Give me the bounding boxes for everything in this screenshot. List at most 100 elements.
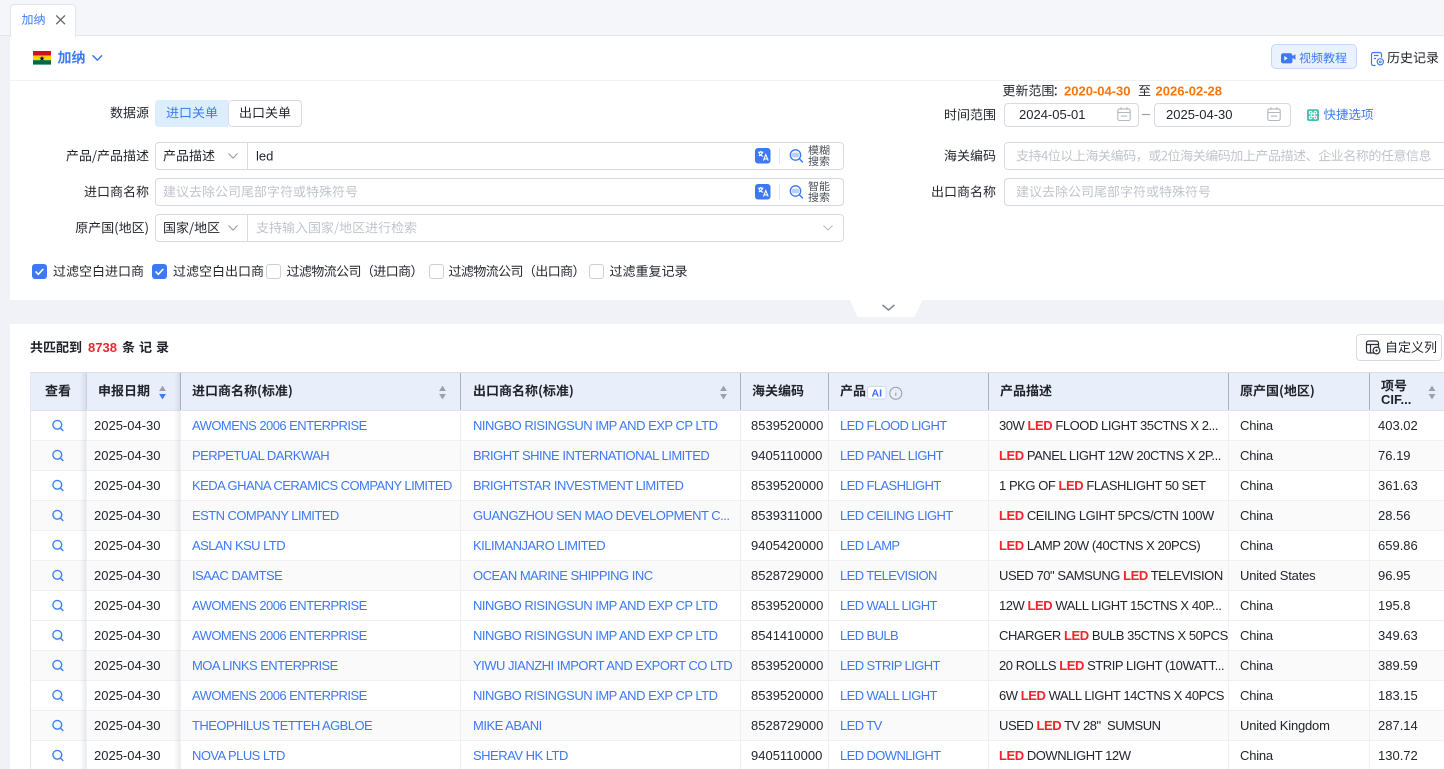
svg-text:76.19: 76.19	[1378, 448, 1411, 463]
svg-text:NOVA PLUS LTD: NOVA PLUS LTD	[192, 748, 285, 763]
svg-text:LED TELEVISION: LED TELEVISION	[840, 568, 937, 583]
svg-text:2026-02-28: 2026-02-28	[1156, 84, 1223, 99]
svg-text:LED PANEL LIGHT 12W 20CTNS X 2: LED PANEL LIGHT 12W 20CTNS X 2P...	[999, 448, 1221, 463]
svg-text:9405420000: 9405420000	[751, 538, 823, 553]
svg-text:349.63: 349.63	[1378, 628, 1418, 643]
svg-text:LED STRIP LIGHT: LED STRIP LIGHT	[840, 658, 941, 673]
svg-text:8539520000: 8539520000	[751, 598, 823, 613]
svg-text:USED LED TV 28" SUMSUN: USED LED TV 28" SUMSUN	[999, 718, 1161, 733]
svg-text:2025-04-30: 2025-04-30	[94, 418, 161, 433]
svg-text:AWOMENS 2006 ENTERPRISE: AWOMENS 2006 ENTERPRISE	[192, 688, 368, 703]
svg-text:China: China	[1240, 688, 1274, 703]
svg-text:2024-05-01: 2024-05-01	[1019, 107, 1086, 122]
svg-text:China: China	[1240, 538, 1274, 553]
svg-text:GUANGZHOU SEN MAO DEVELOPMENT: GUANGZHOU SEN MAO DEVELOPMENT C...	[473, 508, 730, 523]
svg-text:KEDA GHANA CERAMICS COMPANY LI: KEDA GHANA CERAMICS COMPANY LIMITED	[192, 478, 452, 493]
svg-text:LED TV: LED TV	[840, 718, 883, 733]
svg-text:183.15: 183.15	[1378, 688, 1418, 703]
svg-text:NINGBO RISINGSUN IMP AND EXP C: NINGBO RISINGSUN IMP AND EXP CP LTD	[473, 628, 718, 643]
svg-text:AWOMENS 2006 ENTERPRISE: AWOMENS 2006 ENTERPRISE	[192, 598, 368, 613]
svg-text:LED LAMP 20W (40CTNS X 20PCS): LED LAMP 20W (40CTNS X 20PCS)	[999, 538, 1200, 553]
svg-text:30W LED FLOOD LIGHT 35CTNS X 2: 30W LED FLOOD LIGHT 35CTNS X 2...	[999, 418, 1218, 433]
svg-text:CHARGER LED BULB 35CTNS X 50PC: CHARGER LED BULB 35CTNS X 50PCS	[999, 628, 1229, 643]
svg-text:LED WALL LIGHT: LED WALL LIGHT	[840, 688, 937, 703]
svg-text:12W LED WALL LIGHT 15CTNS X 40: 12W LED WALL LIGHT 15CTNS X 40P...	[999, 598, 1221, 613]
svg-text:389.59: 389.59	[1378, 658, 1418, 673]
svg-text:China: China	[1240, 628, 1274, 643]
svg-text:China: China	[1240, 418, 1274, 433]
svg-text:403.02: 403.02	[1378, 418, 1418, 433]
svg-text:8539520000: 8539520000	[751, 478, 823, 493]
svg-text:LED CEILING LGIHT 5PCS/CTN 100: LED CEILING LGIHT 5PCS/CTN 100W	[999, 508, 1215, 523]
svg-text:2025-04-30: 2025-04-30	[94, 748, 161, 763]
svg-text:8539520000: 8539520000	[751, 658, 823, 673]
svg-text:2025-04-30: 2025-04-30	[94, 718, 161, 733]
svg-text:2025-04-30: 2025-04-30	[94, 508, 161, 523]
svg-text:LED CEILING LIGHT: LED CEILING LIGHT	[840, 508, 953, 523]
svg-text:China: China	[1240, 478, 1274, 493]
svg-text:ISAAC DAMTSE: ISAAC DAMTSE	[192, 568, 283, 583]
svg-text:LED WALL LIGHT: LED WALL LIGHT	[840, 598, 937, 613]
svg-text:8539311000: 8539311000	[751, 508, 822, 523]
svg-text:USED 70" SAMSUNG LED TELEVISIO: USED 70" SAMSUNG LED TELEVISION	[999, 568, 1223, 583]
svg-text:LED DOWNLIGHT: LED DOWNLIGHT	[840, 748, 941, 763]
svg-text:1 PKG OF LED FLASHLIGHT 50 SET: 1 PKG OF LED FLASHLIGHT 50 SET	[999, 478, 1206, 493]
svg-text:659.86: 659.86	[1378, 538, 1418, 553]
svg-text:8539520000: 8539520000	[751, 418, 823, 433]
svg-text:BRIGHT SHINE INTERNATIONAL LIM: BRIGHT SHINE INTERNATIONAL LIMITED	[473, 448, 709, 463]
svg-text:2025-04-30: 2025-04-30	[94, 628, 161, 643]
svg-text:8528729000: 8528729000	[751, 718, 823, 733]
svg-text:United Kingdom: United Kingdom	[1240, 718, 1330, 733]
svg-text:MIKE ABANI: MIKE ABANI	[473, 718, 542, 733]
svg-text:AI: AI	[872, 387, 883, 399]
svg-text:THEOPHILUS TETTEH AGBLOE: THEOPHILUS TETTEH AGBLOE	[192, 718, 373, 733]
svg-text:NINGBO RISINGSUN IMP AND EXP C: NINGBO RISINGSUN IMP AND EXP CP LTD	[473, 418, 718, 433]
svg-text:China: China	[1240, 748, 1274, 763]
svg-text:2025-04-30: 2025-04-30	[94, 448, 161, 463]
svg-text:2025-04-30: 2025-04-30	[94, 598, 161, 613]
svg-text:NINGBO RISINGSUN IMP AND EXP C: NINGBO RISINGSUN IMP AND EXP CP LTD	[473, 598, 718, 613]
svg-text:PERPETUAL DARKWAH: PERPETUAL DARKWAH	[192, 448, 329, 463]
svg-text:361.63: 361.63	[1378, 478, 1418, 493]
svg-text:LED FLOOD LIGHT: LED FLOOD LIGHT	[840, 418, 947, 433]
svg-text:ESTN COMPANY LIMITED: ESTN COMPANY LIMITED	[192, 508, 339, 523]
svg-text:MOA LINKS ENTERPRISE: MOA LINKS ENTERPRISE	[192, 658, 339, 673]
svg-text:China: China	[1240, 658, 1274, 673]
svg-text:6W LED WALL LIGHT 14CTNS X 40P: 6W LED WALL LIGHT 14CTNS X 40PCS	[999, 688, 1225, 703]
svg-text:AWOMENS 2006 ENTERPRISE: AWOMENS 2006 ENTERPRISE	[192, 418, 368, 433]
svg-text:130.72: 130.72	[1378, 748, 1418, 763]
svg-text:8539520000: 8539520000	[751, 688, 823, 703]
svg-text:AWOMENS 2006 ENTERPRISE: AWOMENS 2006 ENTERPRISE	[192, 628, 368, 643]
svg-text:28.56: 28.56	[1378, 508, 1411, 523]
svg-text:NINGBO RISINGSUN IMP AND EXP C: NINGBO RISINGSUN IMP AND EXP CP LTD	[473, 688, 718, 703]
svg-text:2025-04-30: 2025-04-30	[94, 538, 161, 553]
svg-text:9405110000: 9405110000	[751, 748, 822, 763]
svg-text:LED BULB: LED BULB	[840, 628, 898, 643]
svg-text:2025-04-30: 2025-04-30	[94, 478, 161, 493]
svg-text:20 ROLLS LED STRIP LIGHT (10WA: 20 ROLLS LED STRIP LIGHT (10WATT...	[999, 658, 1224, 673]
svg-text:195.8: 195.8	[1378, 598, 1411, 613]
svg-text:2025-04-30: 2025-04-30	[94, 568, 161, 583]
svg-text:BRIGHTSTAR INVESTMENT LIMITED: BRIGHTSTAR INVESTMENT LIMITED	[473, 478, 683, 493]
svg-text:led: led	[256, 149, 273, 164]
svg-text:9405110000: 9405110000	[751, 448, 822, 463]
svg-text:SHERAV HK LTD: SHERAV HK LTD	[473, 748, 568, 763]
svg-text:LED LAMP: LED LAMP	[840, 538, 900, 553]
svg-text:LED FLASHLIGHT: LED FLASHLIGHT	[840, 478, 941, 493]
svg-text:United States: United States	[1240, 568, 1316, 583]
svg-text:OCEAN MARINE SHIPPING INC: OCEAN MARINE SHIPPING INC	[473, 568, 653, 583]
svg-text:CIF...: CIF...	[1381, 392, 1411, 407]
svg-text:2020-04-30: 2020-04-30	[1064, 84, 1131, 99]
svg-text:LED DOWNLIGHT 12W: LED DOWNLIGHT 12W	[999, 748, 1132, 763]
svg-text:China: China	[1240, 448, 1274, 463]
svg-text:YIWU JIANZHI IMPORT AND EXPORT: YIWU JIANZHI IMPORT AND EXPORT CO LTD	[473, 658, 732, 673]
svg-text:287.14: 287.14	[1378, 718, 1418, 733]
svg-text:8528729000: 8528729000	[751, 568, 823, 583]
svg-text:8738: 8738	[88, 340, 117, 355]
svg-text:8541410000: 8541410000	[751, 628, 823, 643]
svg-text:96.95: 96.95	[1378, 568, 1411, 583]
svg-text:LED PANEL LIGHT: LED PANEL LIGHT	[840, 448, 944, 463]
svg-text:2025-04-30: 2025-04-30	[1166, 107, 1233, 122]
svg-text:China: China	[1240, 508, 1274, 523]
svg-text:2025-04-30: 2025-04-30	[94, 688, 161, 703]
